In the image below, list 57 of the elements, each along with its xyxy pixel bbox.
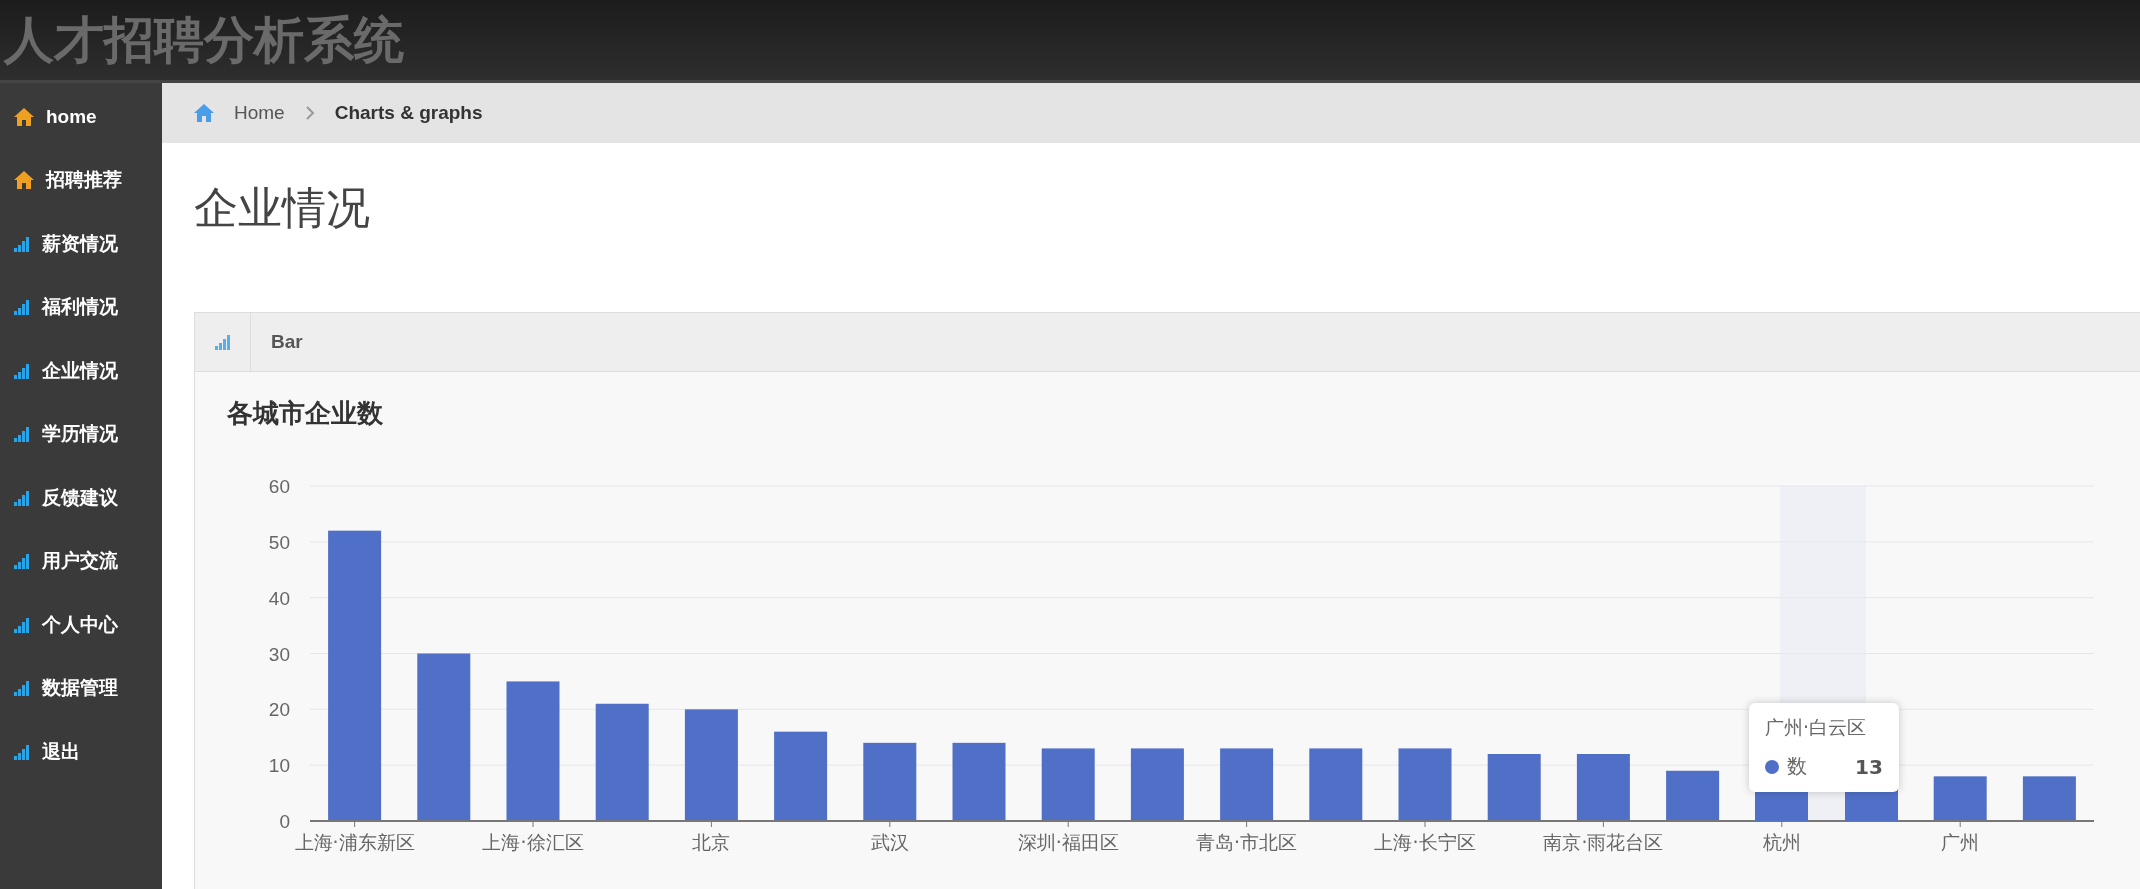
sidebar-item[interactable]: 企业情况 (0, 339, 162, 403)
signal-bars-icon (14, 616, 30, 633)
panel-tab[interactable]: Bar (271, 331, 303, 353)
sidebar-item[interactable]: 反馈建议 (0, 466, 162, 530)
sidebar-item[interactable]: home (0, 85, 162, 149)
home-icon (14, 107, 34, 126)
bar (1933, 776, 1987, 821)
axis-category-label: 青岛·市北区 (1196, 831, 1298, 853)
breadcrumb-link[interactable]: Home (234, 102, 285, 124)
sidebar-item[interactable]: 福利情况 (0, 275, 162, 339)
axis-category-label: 上海·浦东新区 (294, 831, 415, 853)
page-title: 企业情况 (194, 181, 371, 235)
signal-bars-icon (14, 553, 30, 570)
axis-category-label: 南京·雨花台区 (1543, 831, 1664, 853)
axis-category-label: 广州 (1941, 831, 1980, 853)
axis-category-label: 上海·长宁区 (1374, 831, 1476, 853)
axis-tick-label: 30 (268, 643, 290, 665)
axis-category-label: 上海·徐汇区 (482, 831, 584, 853)
sidebar-item[interactable]: 数据管理 (0, 656, 162, 720)
signal-bars-icon (14, 362, 30, 379)
sidebar-item[interactable]: 学历情况 (0, 402, 162, 466)
axis-category-label: 武汉 (870, 831, 909, 853)
breadcrumb-current: Charts & graphs (334, 102, 483, 124)
signal-bars-icon (14, 743, 30, 760)
axis-category-label: 深圳·福田区 (1017, 831, 1119, 853)
signal-bars-icon (14, 235, 30, 252)
signal-bars-icon (14, 426, 30, 443)
sidebar-item[interactable]: 招聘推荐 (0, 148, 162, 212)
axis-category-label: 杭州 (1762, 831, 1801, 853)
home-icon (194, 104, 214, 122)
axis-tick-label: 60 (268, 476, 290, 497)
sidebar-item[interactable]: 薪资情况 (0, 212, 162, 276)
bar (1487, 754, 1541, 821)
tooltip-series: 数 (1787, 753, 1807, 780)
sidebar-item[interactable]: 退出 (0, 720, 162, 784)
signal-bars-icon (14, 299, 30, 316)
sidebar-item[interactable]: 个人中心 (0, 593, 162, 657)
axis-tick-label: 0 (279, 811, 290, 832)
tooltip-value: 13 (1855, 754, 1883, 779)
signal-bars-icon (214, 334, 231, 350)
chevron-icon (304, 105, 315, 121)
axis-tick-label: 40 (268, 587, 290, 609)
bar (2022, 776, 2076, 821)
app-title: 人才招聘分析系统 (4, 9, 404, 71)
home-icon (14, 171, 34, 190)
series-dot (1765, 759, 1779, 774)
bar (1666, 770, 1720, 821)
signal-bars-icon (14, 680, 30, 697)
chart-title: 各城市企业数 (227, 397, 384, 430)
bar (1576, 754, 1630, 821)
signal-bars-icon (14, 489, 30, 506)
axis-tick-label: 10 (268, 755, 290, 777)
sidebar-item[interactable]: 用户交流 (0, 529, 162, 593)
axis-tick-label: 50 (268, 531, 290, 553)
axis-tick-label: 20 (268, 699, 290, 721)
axis-category-label: 北京 (692, 831, 731, 853)
tooltip-title: 广州·白云区 (1765, 715, 1868, 740)
